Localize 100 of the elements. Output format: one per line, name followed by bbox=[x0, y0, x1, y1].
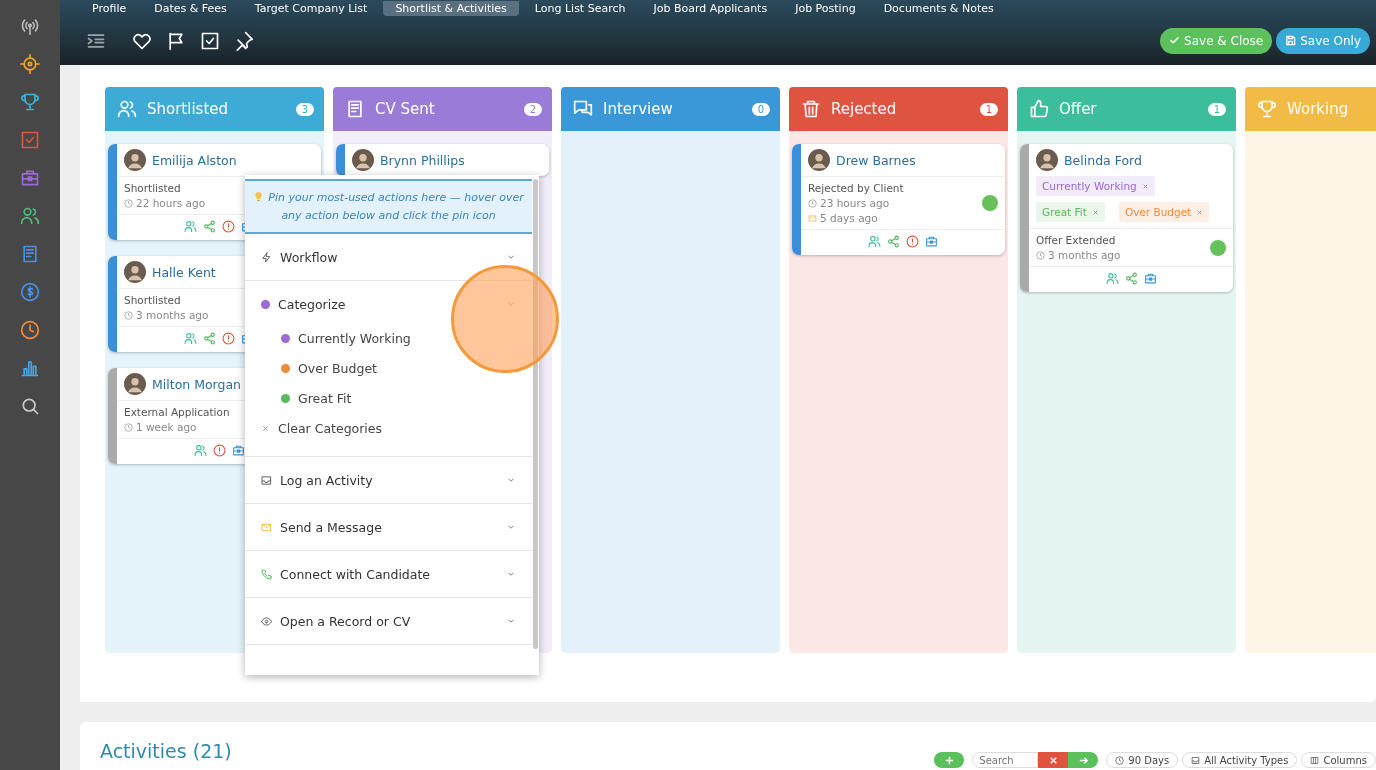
briefcase-icon[interactable] bbox=[231, 444, 245, 457]
alert-icon[interactable] bbox=[906, 235, 919, 248]
menu-section[interactable]: Send a Message bbox=[245, 504, 532, 551]
count-badge: 2 bbox=[523, 102, 542, 116]
count-badge: 1 bbox=[1207, 102, 1226, 116]
share-icon[interactable] bbox=[203, 332, 216, 345]
briefcase-icon[interactable] bbox=[925, 235, 938, 248]
briefcase-icon[interactable] bbox=[20, 168, 40, 188]
check-icon bbox=[1169, 35, 1181, 46]
status-text: Offer Extended bbox=[1036, 234, 1116, 246]
alert-icon[interactable] bbox=[222, 332, 235, 345]
bar-chart-icon[interactable] bbox=[20, 358, 40, 378]
pin-icon[interactable] bbox=[234, 30, 254, 51]
chat-icon bbox=[573, 99, 593, 119]
avatar bbox=[352, 149, 374, 171]
people-icon[interactable] bbox=[868, 235, 881, 248]
clock-icon bbox=[1115, 755, 1125, 765]
clock-icon bbox=[124, 310, 133, 320]
column-title: Working bbox=[1287, 100, 1350, 118]
people-icon[interactable] bbox=[20, 206, 40, 226]
share-icon[interactable] bbox=[1124, 272, 1138, 285]
alert-icon[interactable] bbox=[212, 444, 226, 457]
add-button[interactable] bbox=[934, 752, 965, 768]
column-title: CV Sent bbox=[375, 100, 436, 118]
plus-icon bbox=[943, 754, 955, 766]
nav-tab[interactable]: Profile bbox=[80, 0, 139, 16]
candidate-card[interactable]: Brynn Phillips bbox=[336, 144, 549, 176]
menu-section[interactable]: Workflow bbox=[245, 234, 532, 281]
candidate-name[interactable]: Brynn Phillips bbox=[380, 152, 465, 168]
nav-tab[interactable]: Target Company List bbox=[242, 0, 380, 16]
people-icon[interactable] bbox=[193, 444, 207, 457]
column-title: Shortlisted bbox=[147, 100, 230, 118]
trash-icon bbox=[801, 99, 821, 119]
trophy-icon[interactable] bbox=[20, 92, 40, 112]
menu-section[interactable]: Log an Activity bbox=[245, 457, 532, 504]
time-text: 23 hours ago bbox=[820, 197, 890, 209]
checkbox-icon[interactable] bbox=[200, 30, 220, 51]
candidate-name[interactable]: Belinda Ford bbox=[1064, 152, 1142, 168]
go-button[interactable] bbox=[1068, 752, 1099, 768]
time-text: 22 hours ago bbox=[136, 197, 206, 209]
candidate-name[interactable]: Milton Morgan bbox=[152, 376, 242, 392]
checkbox-icon[interactable] bbox=[20, 130, 40, 150]
nav-tab[interactable]: Documents & Notes bbox=[871, 0, 1006, 16]
antenna-icon[interactable] bbox=[20, 16, 40, 36]
people-icon[interactable] bbox=[184, 332, 197, 345]
clock-icon bbox=[124, 198, 133, 208]
share-icon[interactable] bbox=[887, 235, 900, 248]
clock-icon bbox=[124, 422, 133, 432]
time-text: 1 week ago bbox=[136, 421, 197, 433]
time-text: 3 months ago bbox=[1048, 249, 1121, 261]
share-icon[interactable] bbox=[203, 220, 216, 233]
nav-tab[interactable]: Long List Search bbox=[522, 0, 638, 16]
clock-icon bbox=[1036, 250, 1045, 260]
menu-section[interactable]: Connect with Candidate bbox=[245, 551, 532, 598]
nav-tab[interactable]: Job Posting bbox=[783, 0, 868, 16]
column-title: Interview bbox=[603, 100, 674, 118]
filter-dropdown[interactable]: 90 Days bbox=[1106, 752, 1179, 768]
candidate-name[interactable]: Halle Kent bbox=[152, 264, 216, 280]
candidate-name[interactable]: Drew Barnes bbox=[836, 152, 916, 168]
close-icon bbox=[261, 424, 270, 434]
nav-tab[interactable]: Dates & Fees bbox=[142, 0, 239, 16]
save-icon bbox=[1285, 35, 1297, 46]
document-icon[interactable] bbox=[20, 244, 40, 264]
candidate-card[interactable]: Drew Barnes Rejected by Client 23 hours ago 5 days ago bbox=[792, 144, 1005, 255]
remove-icon[interactable] bbox=[1141, 182, 1149, 190]
inbox-icon bbox=[1191, 755, 1201, 765]
inbox-icon bbox=[261, 474, 272, 486]
people-icon[interactable] bbox=[184, 220, 197, 233]
coin-icon[interactable] bbox=[20, 282, 40, 302]
candidate-card[interactable]: Belinda Ford Currently Working Great Fit Over Budget Offer Extended 3 months ago bbox=[1020, 144, 1233, 292]
menu-section[interactable]: Open a Record or CV bbox=[245, 598, 532, 645]
status-text: Shortlisted bbox=[124, 294, 181, 306]
search-icon[interactable] bbox=[20, 396, 40, 416]
filter-dropdown[interactable]: Columns bbox=[1301, 752, 1376, 768]
lightning-icon bbox=[261, 251, 272, 263]
candidate-name[interactable]: Emilija Alston bbox=[152, 152, 237, 168]
count-badge: 3 bbox=[295, 102, 314, 116]
briefcase-icon[interactable] bbox=[1143, 272, 1157, 285]
envelope-icon bbox=[808, 213, 817, 223]
phone-icon bbox=[261, 568, 272, 580]
people-icon bbox=[117, 99, 137, 119]
people-icon[interactable] bbox=[1105, 272, 1119, 285]
trophy-icon bbox=[1257, 99, 1277, 119]
nav-tab[interactable]: Job Board Applicants bbox=[641, 0, 780, 16]
alert-icon[interactable] bbox=[222, 220, 235, 233]
time-text: 5 days ago bbox=[820, 212, 878, 224]
columns-icon bbox=[1310, 755, 1320, 765]
avatar bbox=[124, 373, 146, 395]
lightbulb-icon bbox=[253, 191, 265, 202]
avatar bbox=[124, 149, 146, 171]
search-field[interactable]: Search bbox=[972, 752, 1039, 768]
target-icon[interactable] bbox=[20, 54, 40, 74]
clock-icon[interactable] bbox=[20, 320, 40, 340]
flag-icon[interactable] bbox=[166, 30, 186, 51]
nav-tab[interactable]: Shortlist & Activities bbox=[383, 0, 519, 16]
remove-icon[interactable] bbox=[1091, 208, 1099, 216]
clear-button[interactable] bbox=[1038, 752, 1069, 768]
avatar bbox=[124, 261, 146, 283]
filter-dropdown[interactable]: All Activity Types bbox=[1182, 752, 1298, 768]
remove-icon[interactable] bbox=[1196, 208, 1204, 216]
